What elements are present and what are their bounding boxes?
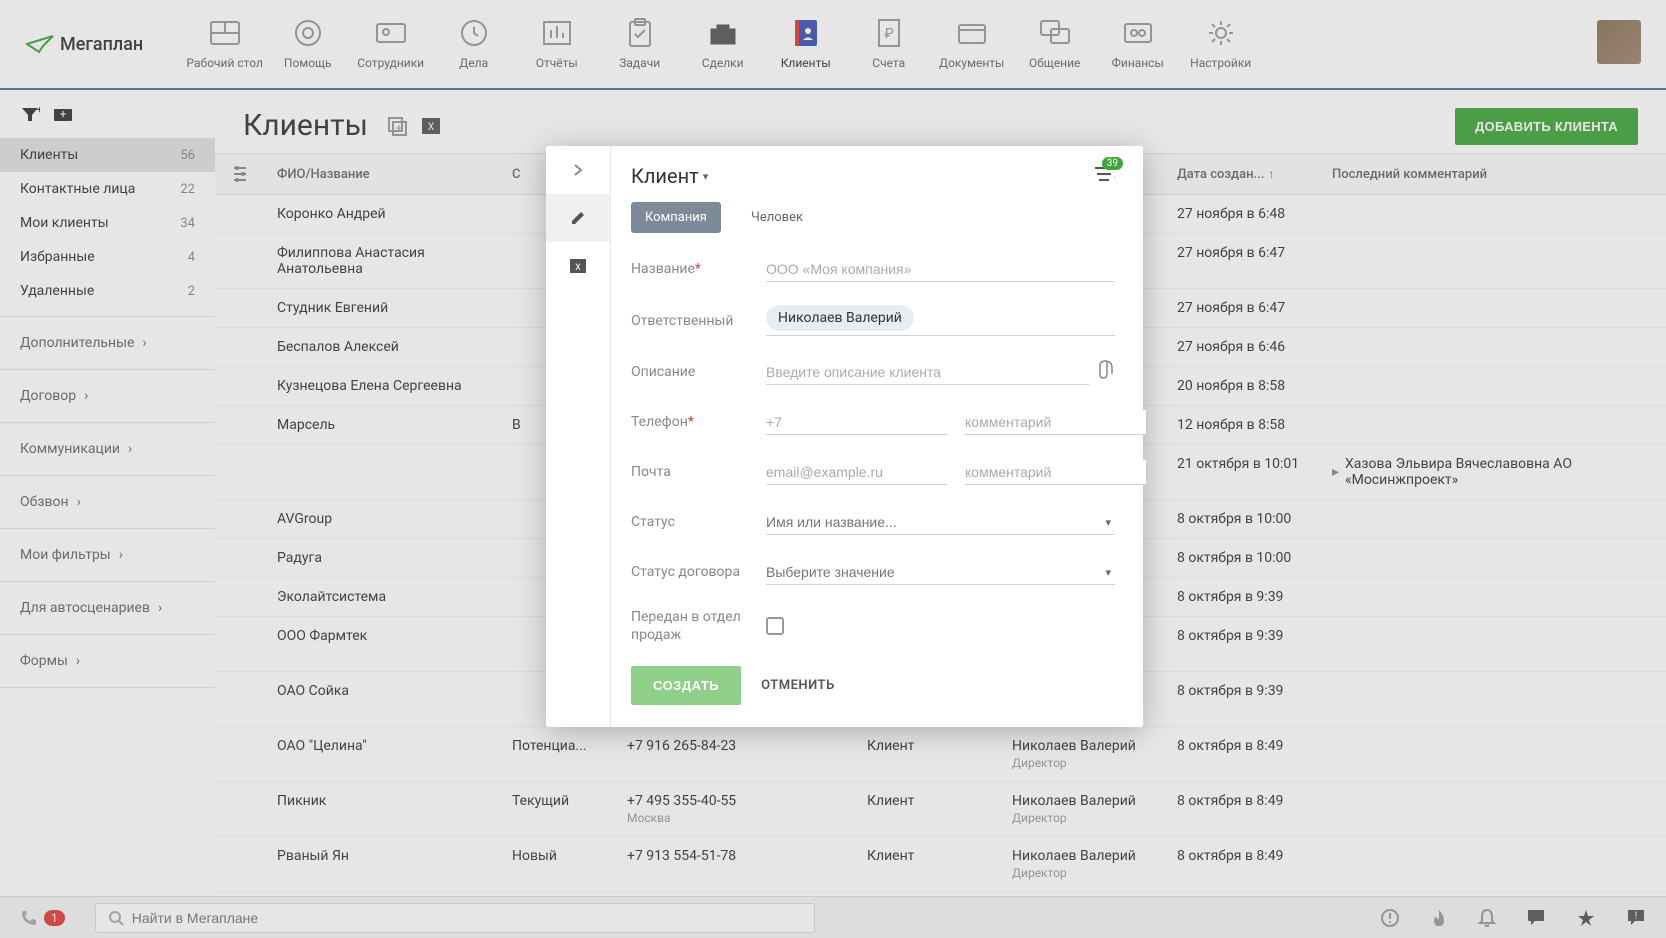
transferred-checkbox[interactable] — [766, 617, 784, 635]
description-input[interactable] — [766, 360, 1089, 385]
modal-tab-excel[interactable]: X — [546, 242, 610, 290]
name-input[interactable] — [766, 257, 1115, 282]
responsible-pill[interactable]: Николаев Валерий — [766, 305, 914, 331]
filter-badge: 39 — [1102, 157, 1123, 170]
email-input[interactable] — [766, 460, 947, 485]
pencil-icon — [569, 209, 587, 227]
create-button[interactable]: СОЗДАТЬ — [631, 666, 741, 705]
svg-text:+: + — [1114, 170, 1115, 183]
modal-sidebar: X — [546, 146, 611, 727]
svg-text:X: X — [575, 263, 581, 273]
label-status: Статус — [631, 514, 766, 530]
status-select[interactable]: ▾ — [766, 510, 1115, 535]
caret-down-icon: ▾ — [1105, 516, 1111, 529]
modal-tab-edit[interactable] — [546, 194, 610, 242]
create-client-modal: X Клиент▾ + 39 Компания Человек Название… — [546, 146, 1143, 727]
attachment-icon[interactable] — [1099, 360, 1115, 384]
cancel-button[interactable]: ОТМЕНИТЬ — [761, 678, 835, 693]
label-name: Название* — [631, 261, 766, 277]
excel-icon: X — [568, 256, 588, 276]
caret-down-icon: ▾ — [1105, 566, 1111, 579]
phone-comment-input[interactable] — [965, 410, 1146, 435]
modal-title[interactable]: Клиент▾ — [631, 164, 708, 188]
label-email: Почта — [631, 464, 766, 480]
modal-filter-button[interactable]: + 39 — [1093, 165, 1115, 187]
email-comment-input[interactable] — [965, 460, 1146, 485]
chevron-right-icon — [571, 163, 585, 177]
tab-company[interactable]: Компания — [631, 202, 721, 233]
label-contract-status: Статус договора — [631, 564, 766, 580]
label-transferred: Передан в отдел продаж — [631, 608, 766, 644]
caret-down-icon: ▾ — [703, 170, 709, 183]
contract-status-select[interactable]: ▾ — [766, 560, 1115, 585]
modal-close-button[interactable] — [546, 146, 610, 194]
label-description: Описание — [631, 364, 766, 380]
modal-tabs: Компания Человек — [631, 202, 1115, 233]
label-phone: Телефон* — [631, 414, 766, 430]
tab-person[interactable]: Человек — [737, 202, 817, 233]
label-responsible: Ответственный — [631, 313, 766, 329]
phone-input[interactable] — [766, 410, 947, 435]
